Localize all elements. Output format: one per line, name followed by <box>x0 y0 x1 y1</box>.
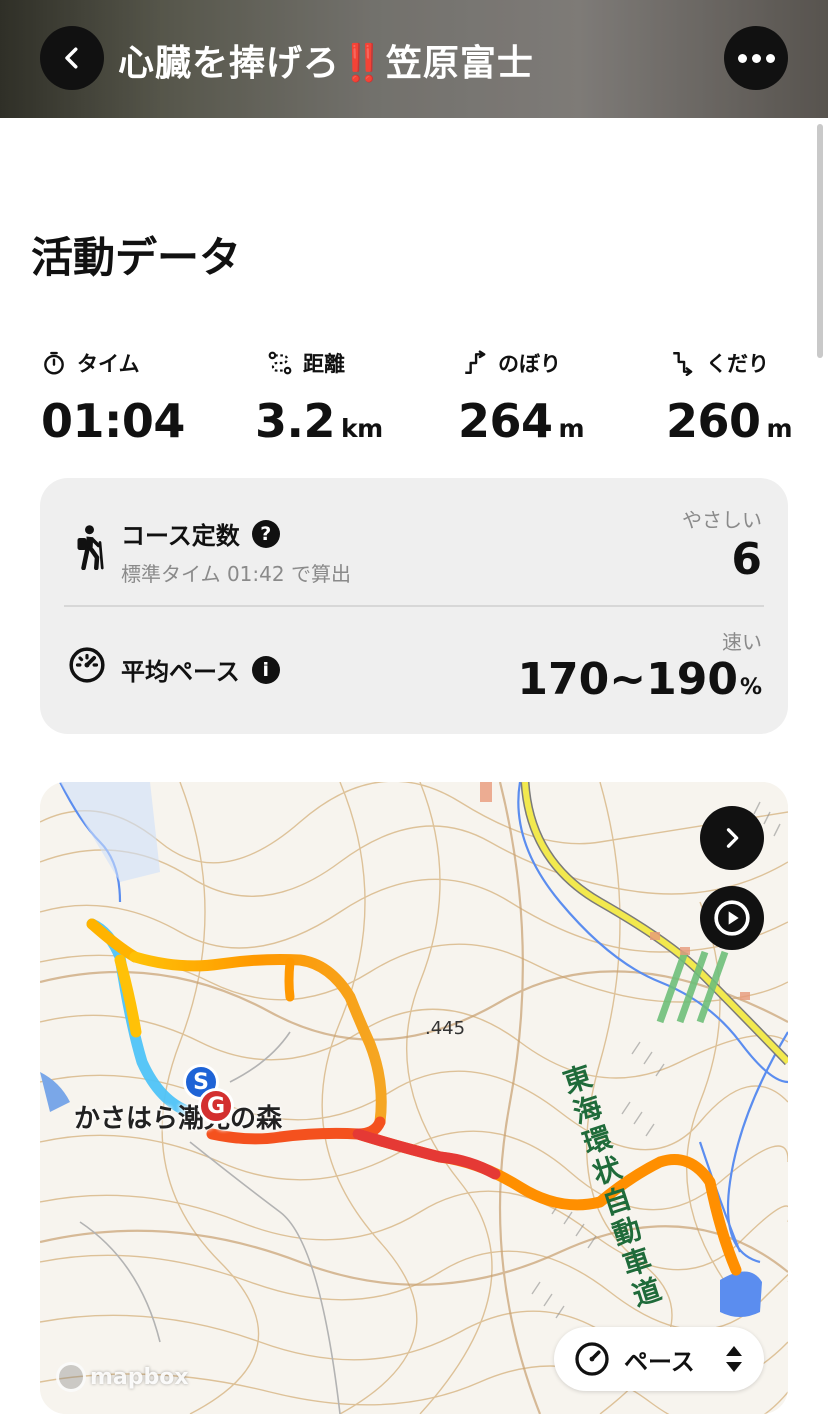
goal-marker[interactable]: G <box>198 1088 234 1124</box>
pace-unit: % <box>739 675 762 700</box>
stat-value: 264 m <box>458 394 585 448</box>
more-dot <box>751 53 761 63</box>
stat-time: タイム 01:04 <box>41 346 185 448</box>
course-constant-title: コース定数 ? <box>121 516 280 551</box>
stat-value: 01:04 <box>41 394 185 448</box>
speedometer-icon <box>575 1342 609 1376</box>
ascent-icon <box>465 350 486 374</box>
stat-number: 260 <box>666 394 761 448</box>
stat-number: 3.2 <box>255 394 336 448</box>
back-button[interactable] <box>40 26 104 90</box>
more-dot <box>765 53 775 63</box>
stat-descent: くだり 260 m <box>666 346 793 448</box>
pace-title-text: 平均ペース <box>121 658 240 686</box>
stat-label-text: のぼり <box>498 352 561 376</box>
course-rating-label: やさしい <box>682 508 762 532</box>
place-name-label: かさはら潮見の森 <box>74 1104 283 1134</box>
stat-label-text: 距離 <box>303 352 345 376</box>
help-icon[interactable]: ? <box>251 519 280 548</box>
stat-number: 01:04 <box>41 394 185 448</box>
more-button[interactable] <box>724 26 788 90</box>
route-map[interactable]: .445 かさはら潮見の森 東海環状自動車道 S G mapbox ペース <box>40 782 788 1414</box>
stopwatch-icon <box>44 351 64 375</box>
elevation-label: .445 <box>425 1018 465 1039</box>
stat-label: 距離 <box>267 346 383 380</box>
stat-ascent: のぼり 264 m <box>458 346 585 448</box>
play-replay-button[interactable] <box>700 886 764 950</box>
mapbox-attribution[interactable]: mapbox <box>56 1362 189 1392</box>
scrollbar[interactable] <box>817 124 823 358</box>
stat-distance: 距離 3.2 km <box>255 346 383 448</box>
play-icon <box>714 900 750 936</box>
chevron-right-icon <box>726 828 739 848</box>
average-pace-title: 平均ペース i <box>121 652 280 687</box>
divider <box>64 605 764 607</box>
info-icon[interactable]: i <box>251 655 280 684</box>
mapbox-text: mapbox <box>90 1364 189 1390</box>
next-button[interactable] <box>700 806 764 870</box>
activity-title: 心臓を捧げろ‼️笠原富士 <box>118 43 534 84</box>
stat-label-text: くだり <box>706 352 769 376</box>
hiker-icon <box>77 525 104 570</box>
header-bar: 心臓を捧げろ‼️笠原富士 <box>0 0 828 118</box>
speedometer-icon <box>69 647 105 683</box>
stat-label: タイム <box>41 346 185 380</box>
pace-number: 170~190 <box>517 654 738 705</box>
stat-value: 260 m <box>666 394 793 448</box>
descent-icon <box>673 352 693 376</box>
stat-unit: m <box>558 414 585 443</box>
course-constant-value: 6 <box>731 534 762 585</box>
section-title: 活動データ <box>31 233 242 282</box>
stat-label-text: タイム <box>77 352 140 376</box>
stat-unit: km <box>341 414 383 443</box>
pace-rating-label: 速い <box>722 630 762 654</box>
more-horizontal-icon <box>737 53 747 63</box>
stat-label: のぼり <box>462 346 584 380</box>
sort-updown-icon <box>726 1346 742 1372</box>
course-title-text: コース定数 <box>121 522 240 550</box>
color-mode-label: ペース <box>624 1347 695 1376</box>
stat-value: 3.2 km <box>255 394 383 448</box>
average-pace-value: 170~190% <box>517 654 762 705</box>
mapbox-logo-icon <box>56 1362 86 1392</box>
route-icon <box>268 351 292 375</box>
chevron-left-icon <box>65 47 78 69</box>
course-pace-card: コース定数 ? 標準タイム 01:42 で算出 やさしい 6 平均ペース i 速… <box>40 478 788 734</box>
course-standard-time: 標準タイム 01:42 で算出 <box>121 562 351 586</box>
stat-number: 264 <box>458 394 553 448</box>
stat-label: くだり <box>670 346 792 380</box>
color-mode-selector[interactable]: ペース <box>554 1327 764 1391</box>
stat-unit: m <box>766 414 793 443</box>
